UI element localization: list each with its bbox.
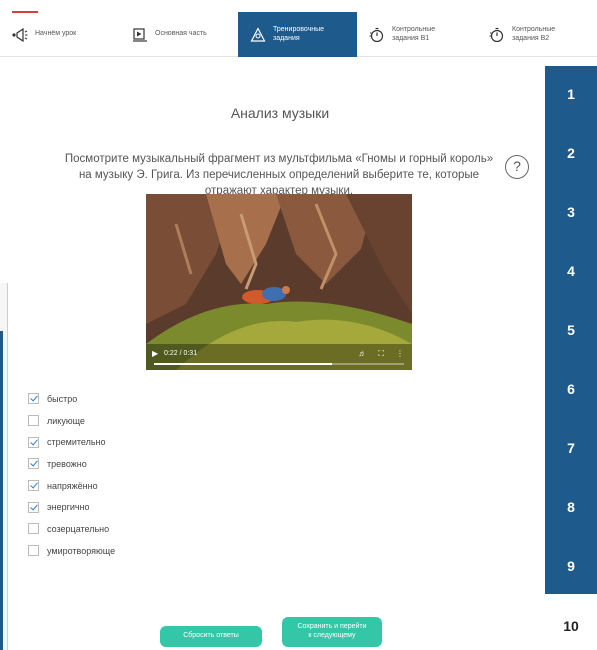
video-progress-fill <box>154 363 332 365</box>
tab-start-lesson-label: Начнём урок <box>35 30 77 38</box>
option-label: тревожно <box>47 458 87 469</box>
tab-control-b2-label: Контрольные задания В2 <box>512 26 556 42</box>
play-icon[interactable]: ▶ <box>152 349 162 361</box>
save-button-line-1: Сохранить и перейти <box>297 623 367 631</box>
option-trevozhno[interactable]: тревожно <box>28 453 115 475</box>
tab-control-b2[interactable]: Контрольные задания В2 <box>477 12 597 57</box>
task-number-7[interactable]: 7 <box>545 440 597 456</box>
video-control-icons: ♬ ⛶ ⋮ <box>358 349 404 359</box>
task-number-2[interactable]: 2 <box>545 145 597 161</box>
lesson-navigation: Начнём урок Основная часть Тренировочные… <box>0 11 597 57</box>
task-number-10[interactable]: 10 <box>545 618 597 634</box>
fullscreen-icon[interactable]: ⛶ <box>378 349 384 359</box>
option-label: стремительно <box>47 437 106 448</box>
more-options-icon[interactable]: ⋮ <box>396 349 404 359</box>
video-time: 0:22 / 0:31 <box>164 350 198 357</box>
video-progress-bar[interactable] <box>154 363 404 365</box>
task-number-3[interactable]: 3 <box>545 204 597 220</box>
task-number-6[interactable]: 6 <box>545 381 597 397</box>
option-checkbox[interactable] <box>28 436 39 448</box>
stopwatch-icon <box>489 27 504 42</box>
option-napryazhenno[interactable]: напряжённо <box>28 475 115 497</box>
tab-training-tasks[interactable]: Тренировочные задания <box>238 12 357 57</box>
save-button-line-2: к следующему <box>308 632 356 639</box>
nav-accent-line <box>12 11 38 13</box>
task-number-8[interactable]: 8 <box>545 499 597 515</box>
option-label: напряжённо <box>47 480 98 491</box>
option-likuyushche[interactable]: ликующе <box>28 410 115 432</box>
option-checkbox[interactable] <box>28 523 39 535</box>
option-stremitelno[interactable]: стремительно <box>28 431 115 453</box>
option-label: умиротворяюще <box>47 545 116 556</box>
option-checkbox[interactable] <box>28 393 39 405</box>
task-number-1[interactable]: 1 <box>545 86 597 102</box>
answer-options: быстро ликующе стремительно тревожно нап… <box>28 388 115 562</box>
option-label: энергично <box>47 502 90 513</box>
task-number-5[interactable]: 5 <box>545 322 597 338</box>
task-number-9[interactable]: 9 <box>545 558 597 574</box>
video-player[interactable]: ▶ 0:22 / 0:31 ♬ ⛶ ⋮ <box>146 194 412 370</box>
horn-icon <box>12 27 28 42</box>
tab-start-lesson[interactable]: Начнём урок <box>0 12 120 57</box>
save-and-next-button[interactable]: Сохранить и перейти к следующему <box>282 617 382 647</box>
option-label: созерцательно <box>47 523 110 534</box>
reset-answers-button[interactable]: Сбросить ответы <box>160 626 262 647</box>
tab-main-part[interactable]: Основная часть <box>120 12 238 57</box>
tab-main-part-label: Основная часть <box>155 30 207 38</box>
tab-training-tasks-label: Тренировочные задания <box>273 26 325 42</box>
play-board-icon <box>133 27 147 42</box>
tab-control-b1[interactable]: Контрольные задания В1 <box>357 12 477 57</box>
option-label: быстро <box>47 393 78 404</box>
option-label: ликующе <box>47 415 85 426</box>
stopwatch-icon <box>369 27 384 42</box>
option-checkbox[interactable] <box>28 501 39 513</box>
background-window-bar <box>0 331 3 650</box>
tab-control-b1-label: Контрольные задания В1 <box>392 26 436 42</box>
option-checkbox[interactable] <box>28 480 39 492</box>
triangle-bulb-icon <box>250 26 266 42</box>
option-umirotvoryayushche[interactable]: умиротворяюще <box>28 540 115 562</box>
option-bystro[interactable]: быстро <box>28 388 115 410</box>
option-checkbox[interactable] <box>28 545 39 557</box>
help-button[interactable]: ? <box>505 155 529 179</box>
video-controls: ▶ 0:22 / 0:31 ♬ ⛶ ⋮ <box>146 344 412 370</box>
page-title: Анализ музыки <box>230 105 330 121</box>
background-window-edge <box>0 283 8 650</box>
option-checkbox[interactable] <box>28 458 39 470</box>
option-sozertsatelno[interactable]: созерцательно <box>28 518 115 540</box>
volume-icon[interactable]: ♬ <box>358 349 366 359</box>
task-number-4[interactable]: 4 <box>545 263 597 279</box>
option-energichno[interactable]: энергично <box>28 496 115 518</box>
task-prompt: Посмотрите музыкальный фрагмент из мульт… <box>64 153 494 197</box>
option-checkbox[interactable] <box>28 415 39 427</box>
